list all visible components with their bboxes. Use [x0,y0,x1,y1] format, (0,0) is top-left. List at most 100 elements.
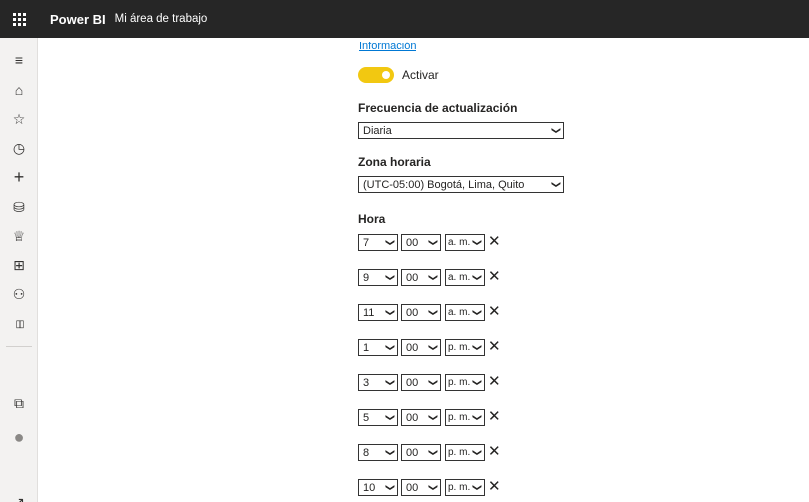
nav-shared-icon[interactable]: ⚇ [0,282,38,306]
ampm-select[interactable]: a. m. ❯ [445,234,485,251]
left-nav: ≡ ⌂ ☆ ◷ + ⛁ ♕ ⊞ ⚇ ▯▯ ⧉ ● ↗ [0,38,38,502]
chevron-down-icon: ❯ [428,378,439,387]
frequency-select[interactable]: Diaria ❯ [358,122,564,139]
workspace-breadcrumb[interactable]: Mi área de trabajo [115,13,208,25]
chevron-down-icon: ❯ [472,483,483,492]
brand-title[interactable]: Power BI [50,12,106,27]
minute-value: 00 [406,446,419,459]
hour-select[interactable]: 1 ❯ [358,339,398,356]
nav-datasets-icon[interactable]: ⛁ [0,195,38,219]
top-bar: Power BI Mi área de trabajo [0,0,809,38]
ampm-value: p. m. [448,342,470,353]
hour-value: 8 [363,446,370,459]
chevron-down-icon: ❯ [428,273,439,282]
remove-time-close-icon[interactable]: ✕ [488,407,501,427]
hour-select[interactable]: 5 ❯ [358,409,398,426]
chevron-down-icon: ❯ [472,238,483,247]
remove-time-close-icon[interactable]: ✕ [488,442,501,462]
remove-time-close-icon[interactable]: ✕ [488,267,501,287]
remove-time-close-icon[interactable]: ✕ [488,232,501,252]
timezone-label: Zona horaria [358,155,431,169]
nav-workspaces-icon[interactable]: ⧉ [0,391,38,415]
hour-select[interactable]: 11 ❯ [358,304,398,321]
nav-apps-icon[interactable]: ⊞ [0,253,38,277]
timezone-value: (UTC-05:00) Bogotá, Lima, Quito [363,178,525,191]
minute-value: 00 [406,376,419,389]
nav-goals-icon[interactable]: ♕ [0,224,38,248]
hour-value: 1 [363,341,370,354]
refresh-toggle-row: Activar [358,67,439,83]
minute-value: 00 [406,481,419,494]
chevron-down-icon: ❯ [472,378,483,387]
refresh-toggle[interactable] [358,67,394,83]
minute-select[interactable]: 00 ❯ [401,269,441,286]
refresh-settings-panel: Información Activar Frecuencia de actual… [38,38,809,502]
ampm-value: a. m. [448,237,470,248]
info-link[interactable]: Información [359,42,416,52]
ampm-value: p. m. [448,447,470,458]
chevron-down-icon: ❯ [385,378,396,387]
chevron-down-icon: ❯ [385,273,396,282]
chevron-down-icon: ❯ [472,448,483,457]
chevron-down-icon: ❯ [472,273,483,282]
nav-favorites-icon[interactable]: ☆ [0,107,38,131]
ampm-value: p. m. [448,377,470,388]
app-launcher-button[interactable] [0,0,38,38]
ampm-select[interactable]: p. m. ❯ [445,479,485,496]
hour-select[interactable]: 7 ❯ [358,234,398,251]
hour-select[interactable]: 9 ❯ [358,269,398,286]
chevron-down-icon: ❯ [385,413,396,422]
ampm-value: p. m. [448,412,470,423]
chevron-down-icon: ❯ [472,343,483,352]
nav-create-icon[interactable]: + [0,165,38,189]
chevron-down-icon: ❯ [385,238,396,247]
minute-value: 00 [406,306,419,319]
nav-recent-icon[interactable]: ◷ [0,136,38,160]
nav-learn-icon[interactable]: ▯▯ [0,312,38,336]
remove-time-close-icon[interactable]: ✕ [488,372,501,392]
ampm-value: a. m. [448,307,470,318]
ampm-select[interactable]: p. m. ❯ [445,409,485,426]
minute-select[interactable]: 00 ❯ [401,304,441,321]
ampm-select[interactable]: p. m. ❯ [445,339,485,356]
nav-home-icon[interactable]: ⌂ [0,78,38,102]
remove-time-close-icon[interactable]: ✕ [488,337,501,357]
nav-menu-icon[interactable]: ≡ [0,48,38,72]
hour-value: 11 [363,306,375,319]
ampm-select[interactable]: p. m. ❯ [445,374,485,391]
hour-select[interactable]: 8 ❯ [358,444,398,461]
chevron-down-icon: ❯ [551,180,562,189]
minute-select[interactable]: 00 ❯ [401,479,441,496]
minute-select[interactable]: 00 ❯ [401,374,441,391]
hour-value: 10 [363,481,376,494]
chevron-down-icon: ❯ [385,343,396,352]
minute-select[interactable]: 00 ❯ [401,444,441,461]
hour-value: 7 [363,236,370,249]
chevron-down-icon: ❯ [551,126,562,135]
timezone-select[interactable]: (UTC-05:00) Bogotá, Lima, Quito ❯ [358,176,564,193]
chevron-down-icon: ❯ [428,308,439,317]
ampm-select[interactable]: a. m. ❯ [445,304,485,321]
nav-get-data-icon[interactable]: ↗ [0,490,38,502]
minute-value: 00 [406,236,419,249]
frequency-value: Diaria [363,124,392,137]
toggle-label: Activar [402,68,439,82]
ampm-value: a. m. [448,272,470,283]
minute-select[interactable]: 00 ❯ [401,234,441,251]
chevron-down-icon: ❯ [472,308,483,317]
ampm-select[interactable]: a. m. ❯ [445,269,485,286]
hour-select[interactable]: 3 ❯ [358,374,398,391]
chevron-down-icon: ❯ [428,448,439,457]
hour-select[interactable]: 10 ❯ [358,479,398,496]
chevron-down-icon: ❯ [385,483,396,492]
nav-my-workspace-icon[interactable]: ● [0,425,38,449]
ampm-select[interactable]: p. m. ❯ [445,444,485,461]
chevron-down-icon: ❯ [428,483,439,492]
chevron-down-icon: ❯ [472,413,483,422]
minute-value: 00 [406,271,419,284]
remove-time-close-icon[interactable]: ✕ [488,302,501,322]
minute-select[interactable]: 00 ❯ [401,339,441,356]
ampm-value: p. m. [448,482,470,493]
minute-select[interactable]: 00 ❯ [401,409,441,426]
remove-time-close-icon[interactable]: ✕ [488,477,501,497]
